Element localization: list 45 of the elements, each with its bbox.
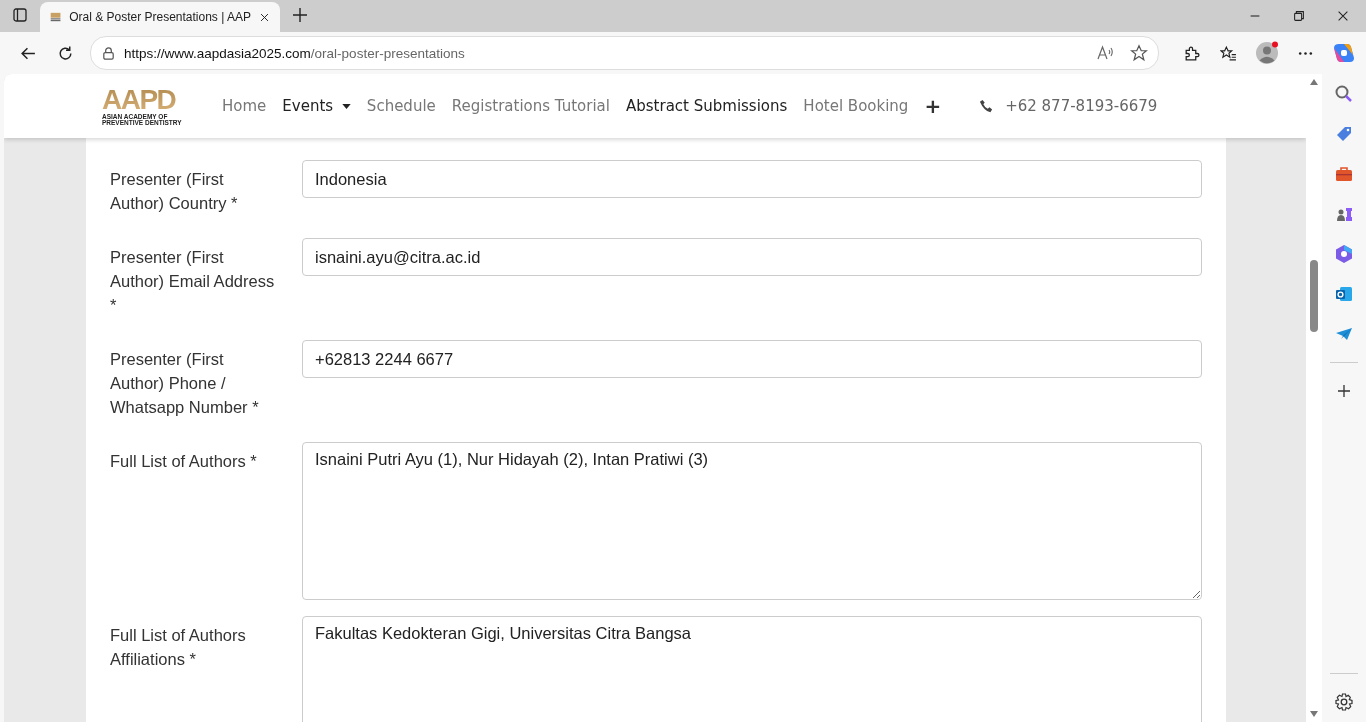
close-icon[interactable] — [1336, 9, 1350, 23]
field-label: Presenter (First Author) Phone / Whatsapp Number * — [110, 349, 260, 418]
url-text: https://www.aapdasia2025.com/oral-poster-presentations — [124, 45, 466, 61]
caret-icon — [341, 104, 351, 109]
profile-avatar-icon[interactable] — [1255, 41, 1279, 65]
browser-tab[interactable]: Oral & Poster Presentations | AAP — [40, 2, 280, 32]
text-field[interactable]: +62813 2244 6677 — [302, 340, 1202, 378]
scrollbar-thumb[interactable] — [1310, 260, 1318, 332]
read-aloud-icon[interactable] — [1096, 44, 1114, 62]
phone-number[interactable]: +62 877-8193-6679 — [1005, 97, 1158, 115]
hexagon-app-icon[interactable] — [1334, 244, 1354, 264]
star-icon[interactable] — [1130, 44, 1148, 62]
lock-icon — [101, 45, 116, 61]
nav-link[interactable]: Schedule — [366, 97, 436, 115]
address-bar[interactable]: https://www.aapdasia2025.com/oral-poster-presentations — [90, 36, 1159, 70]
scrollbar[interactable] — [1306, 74, 1322, 722]
restore-icon[interactable] — [1292, 9, 1306, 23]
toolbox-icon[interactable] — [1334, 164, 1354, 184]
nav-dropdown[interactable]: Events — [282, 97, 351, 115]
field-label: Full List of Authors * — [110, 451, 258, 472]
scroll-down-arrow-icon[interactable] — [1309, 710, 1319, 718]
field-label: Full List of Authors Affiliations * — [110, 625, 247, 670]
text-field[interactable]: isnaini.ayu@citra.ac.id — [302, 238, 1202, 276]
scroll-up-arrow-icon[interactable] — [1309, 78, 1319, 86]
copilot-icon[interactable] — [1332, 41, 1356, 65]
field-label: Presenter (First Author) Email Address * — [110, 247, 276, 316]
text-area[interactable]: Fakultas Kedokteran Gigi, Universitas Citra Bangsa — [302, 616, 1202, 722]
field-label: Presenter (First Author) Country * — [110, 169, 239, 214]
nav-link[interactable]: Registrations Tutorial — [451, 97, 610, 115]
favorites-icon[interactable] — [1220, 44, 1237, 62]
settings-icon[interactable] — [1334, 692, 1354, 712]
more-link[interactable]: + — [924, 94, 942, 118]
puzzle-icon[interactable] — [1183, 44, 1200, 62]
search-icon[interactable] — [1334, 84, 1354, 104]
nav-link[interactable]: Abstract Submissions — [626, 97, 788, 115]
new-tab-icon[interactable] — [292, 7, 308, 23]
mail-app-icon[interactable] — [1334, 284, 1354, 304]
nav-link[interactable]: Hotel Booking — [803, 97, 909, 115]
text-area[interactable]: Isnaini Putri Ayu (1), Nur Hidayah (2), Intan Pratiwi (3) — [302, 442, 1202, 600]
nav-link[interactable]: Home — [222, 97, 267, 115]
close-icon[interactable] — [259, 11, 270, 23]
tab-actions-icon[interactable] — [12, 7, 28, 23]
phone-icon — [979, 99, 994, 113]
refresh-icon[interactable] — [57, 44, 74, 62]
text-field[interactable]: Indonesia — [302, 160, 1202, 198]
